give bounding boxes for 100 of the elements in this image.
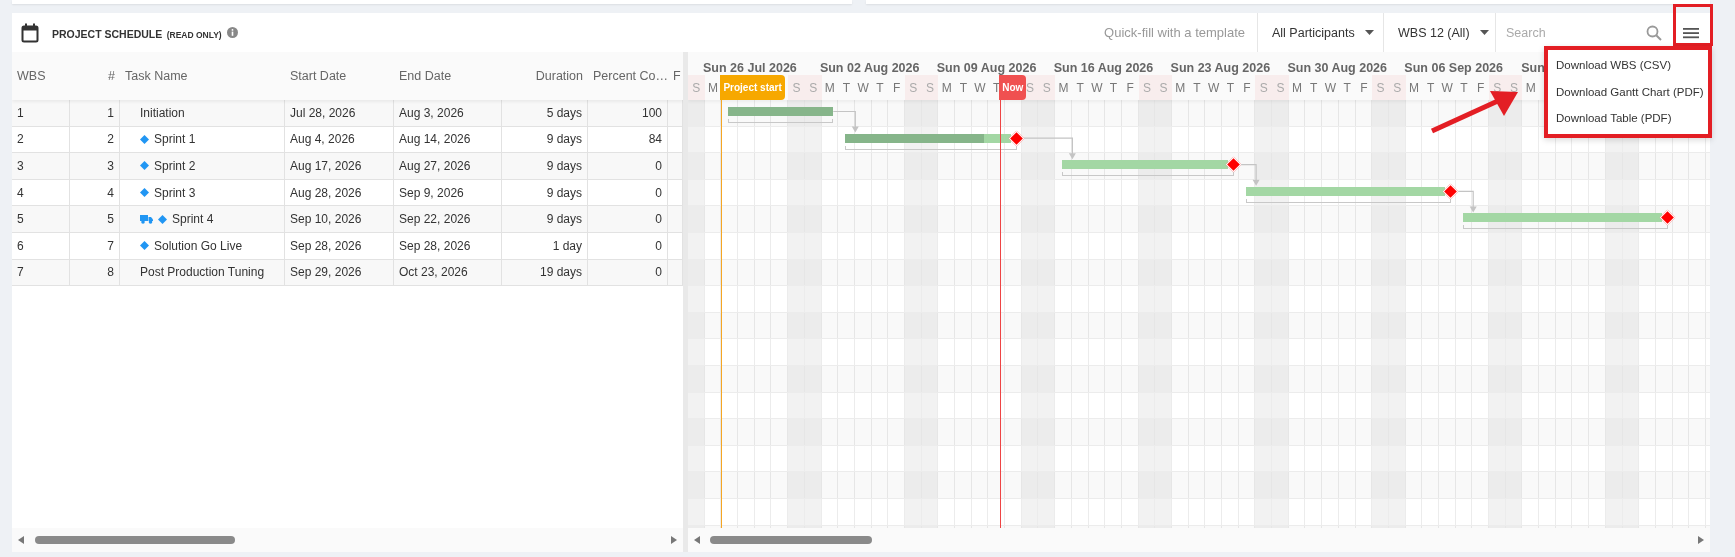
table-cell: Sep 29, 2026	[285, 259, 394, 287]
menu-item[interactable]: Download WBS (CSV)	[1548, 52, 1708, 79]
table-cell: Aug 27, 2026	[394, 153, 502, 180]
caret-icon	[1364, 30, 1374, 35]
table-row[interactable]: 4 4 Sprint 3 Aug 28, 2026 Sep 9, 2026 9 days 0	[12, 179, 683, 207]
table-cell: 9 days	[502, 153, 588, 180]
day-label: T	[1426, 80, 1435, 95]
table-cell: 9 days	[502, 206, 588, 233]
week-label: Sun 09 Aug 2026	[935, 61, 1037, 75]
day-label: T	[1310, 80, 1318, 95]
column-header[interactable]: F	[668, 52, 683, 100]
day-label: S	[925, 80, 934, 95]
task-bar[interactable]	[1062, 160, 1229, 170]
table-cell: 5	[12, 206, 70, 233]
day-label: F	[1243, 80, 1251, 95]
task-bar[interactable]	[728, 107, 834, 116]
day-label: W	[857, 80, 869, 95]
table-cell: Aug 17, 2026	[285, 153, 394, 180]
week-label: Sun 02 Aug 2026	[818, 61, 920, 75]
week-label: Sun 26 Jul 2026	[702, 61, 797, 75]
column-header[interactable]: Percent Co…	[588, 52, 668, 100]
day-label: S	[792, 80, 801, 95]
table-row[interactable]: 2 2 Sprint 1 Aug 4, 2026 Aug 14, 2026 9 days 84	[12, 126, 683, 154]
table-cell: Sep 22, 2026	[394, 206, 502, 233]
day-label: T	[876, 80, 884, 95]
scroll-left-icon	[18, 536, 24, 544]
day-label: S	[1376, 80, 1385, 95]
week-label: Sun 06 Sep 2026	[1403, 61, 1503, 75]
page-title: PROJECT SCHEDULE (READ ONLY)	[52, 26, 222, 42]
task-bar[interactable]	[845, 133, 1011, 143]
day-label: T	[959, 80, 967, 95]
column-header[interactable]: End Date	[394, 52, 502, 100]
task-bar[interactable]	[1246, 186, 1446, 196]
table-cell: 0	[588, 206, 668, 233]
calendar-icon	[21, 22, 39, 43]
table-cell: 8	[70, 259, 120, 287]
column-header[interactable]: Duration	[502, 52, 588, 100]
day-label: S	[1026, 80, 1035, 95]
scroll-right-icon	[671, 536, 677, 544]
info-icon	[226, 27, 238, 38]
day-label: S	[1159, 80, 1168, 95]
day-label: M	[708, 80, 719, 95]
pane-splitter[interactable]	[683, 52, 688, 528]
week-label: Sun 16 Aug 2026	[1052, 61, 1154, 75]
table-row[interactable]: 3 3 Sprint 2 Aug 17, 2026 Aug 27, 2026 9 days 0	[12, 153, 683, 180]
day-label: T	[1109, 80, 1118, 95]
table-cell: 3	[12, 153, 70, 180]
menu-item[interactable]: Download Table (PDF)	[1548, 105, 1708, 132]
day-label: S	[1042, 80, 1051, 95]
table-cell: Sep 28, 2026	[394, 232, 502, 260]
column-header[interactable]: WBS	[12, 52, 70, 100]
day-label: F	[1477, 80, 1485, 95]
day-label: W	[1091, 80, 1103, 95]
table-cell: 3	[70, 153, 120, 180]
table-cell: 1 day	[502, 232, 588, 260]
table-cell: 7	[12, 259, 70, 287]
table-cell: 5	[70, 206, 120, 233]
day-label: T	[1076, 80, 1084, 95]
day-label: M	[1175, 80, 1186, 95]
scrollbar-thumb[interactable]	[710, 536, 872, 544]
day-label: F	[1126, 80, 1134, 95]
day-label: W	[1208, 80, 1220, 95]
day-label: T	[1460, 80, 1468, 95]
column-header[interactable]: #	[70, 52, 120, 100]
day-label: F	[892, 80, 901, 95]
day-label: S	[1276, 80, 1285, 95]
day-label: W	[974, 80, 986, 95]
task-name: Sprint 3	[154, 185, 196, 200]
day-label: T	[1193, 80, 1201, 95]
task-name: Sprint 2	[154, 159, 196, 173]
scroll-right-icon	[1698, 536, 1704, 544]
day-label: S	[692, 80, 701, 95]
day-label: M	[1058, 80, 1069, 95]
column-header[interactable]: Task Name	[120, 52, 285, 100]
day-label: S	[1510, 80, 1519, 95]
week-label: Sun	[1520, 61, 1545, 75]
table-row[interactable]: 1 1 Initiation Jul 28, 2026 Aug 3, 2026 5 days 100	[12, 100, 683, 127]
search-icon	[1646, 24, 1662, 41]
table-cell: 1	[12, 100, 70, 127]
column-header[interactable]: Start Date	[285, 52, 394, 100]
table-cell: 7	[70, 232, 120, 260]
task-name: Post Production Tuning	[140, 265, 265, 280]
table-cell: 1	[70, 100, 120, 127]
day-label: M	[941, 80, 952, 95]
scroll-left-icon	[694, 536, 700, 544]
table-row[interactable]: 5 5 Sprint 4 Sep 10, 2026 Sep 22, 2026 9 days 0	[12, 206, 683, 233]
scrollbar-thumb[interactable]	[35, 536, 235, 544]
task-name: Solution Go Live	[154, 238, 243, 253]
table-row[interactable]: 6 7 Solution Go Live Sep 28, 2026 Sep 28, 2026 1 day 0	[12, 232, 683, 260]
task-name: Sprint 4	[172, 212, 214, 227]
table-cell: Sep 28, 2026	[285, 232, 394, 260]
task-bar[interactable]	[1463, 213, 1663, 223]
horizontal-scrollbar[interactable]	[12, 528, 683, 552]
menu-item[interactable]: Download Gantt Chart (PDF)	[1548, 78, 1708, 105]
marker-label: Project start	[720, 75, 785, 100]
table-row[interactable]: 7 8 Post Production Tuning Sep 29, 2026 Oct 23, 2026 19 days 0	[12, 259, 683, 287]
day-label: M	[1292, 80, 1303, 95]
table-cell: Sep 10, 2026	[285, 206, 394, 233]
day-label: S	[1393, 80, 1402, 95]
horizontal-scrollbar[interactable]	[688, 528, 1710, 552]
